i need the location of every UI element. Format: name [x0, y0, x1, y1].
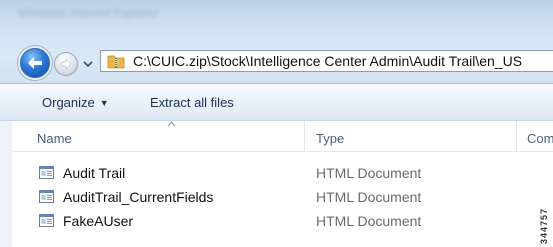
file-name: Audit Trail: [63, 165, 126, 181]
column-divider[interactable]: [516, 121, 517, 151]
navigation-pane-edge: [0, 121, 12, 247]
back-arrow-icon: [28, 57, 42, 69]
html-document-icon: [39, 166, 54, 179]
column-header-name[interactable]: Name: [37, 131, 72, 146]
column-headers: Name Type Comp: [12, 121, 553, 152]
file-row[interactable]: AuditTrail_CurrentFields HTML Document: [12, 187, 553, 207]
file-row[interactable]: FakeAUser HTML Document: [12, 211, 553, 231]
organize-button[interactable]: Organize ▼: [42, 95, 109, 110]
file-name: AuditTrail_CurrentFields: [63, 189, 214, 205]
extract-all-files-button[interactable]: Extract all files: [150, 95, 234, 110]
column-header-compressed-size[interactable]: Comp: [527, 131, 553, 146]
address-path: C:\CUIC.zip\Stock\Intelligence Center Ad…: [133, 53, 523, 69]
figure-id: 344757: [539, 207, 549, 244]
file-name: FakeAUser: [63, 213, 134, 229]
history-dropdown-button[interactable]: [83, 60, 93, 68]
file-type: HTML Document: [316, 165, 422, 181]
organize-label: Organize: [42, 95, 95, 110]
chevron-down-icon: [83, 61, 93, 68]
forward-arrow-icon: [60, 59, 72, 69]
html-document-icon: [39, 214, 54, 227]
file-type: HTML Document: [316, 189, 422, 205]
sort-ascending-icon: [167, 121, 176, 127]
file-row[interactable]: Audit Trail HTML Document: [12, 163, 553, 183]
zip-folder-icon: [107, 55, 125, 69]
column-divider[interactable]: [304, 121, 305, 151]
forward-button[interactable]: [54, 52, 78, 76]
file-type: HTML Document: [316, 213, 422, 229]
column-header-type[interactable]: Type: [316, 131, 344, 146]
caret-down-icon: ▼: [99, 98, 109, 108]
back-button[interactable]: [20, 48, 50, 78]
html-document-icon: [39, 190, 54, 203]
command-bar: Organize ▼ Extract all files: [0, 83, 553, 121]
window-title: Windows Internet Explorer: [18, 6, 159, 20]
address-bar[interactable]: C:\CUIC.zip\Stock\Intelligence Center Ad…: [100, 50, 553, 72]
window-frame: Windows Internet Explorer C:\CUIC.zip\St…: [0, 0, 553, 83]
